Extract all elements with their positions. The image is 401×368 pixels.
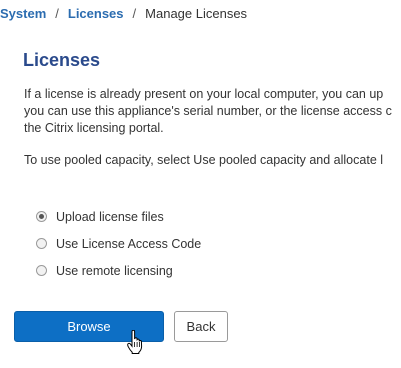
back-button[interactable]: Back xyxy=(174,311,228,342)
option-label: Use remote licensing xyxy=(56,263,173,278)
breadcrumb-separator: / xyxy=(132,6,137,21)
option-label: Upload license files xyxy=(56,209,164,224)
option-use-remote-licensing[interactable]: Use remote licensing xyxy=(36,257,201,284)
hand-pointer-icon xyxy=(127,330,143,354)
description-line: the Citrix licensing portal. xyxy=(24,121,164,135)
option-label: Use License Access Code xyxy=(56,236,202,251)
radio-button[interactable] xyxy=(36,211,47,222)
description: If a license is already present on your … xyxy=(24,86,401,137)
breadcrumb: System / Licenses / Manage Licenses xyxy=(0,6,247,21)
breadcrumb-current: Manage Licenses xyxy=(145,6,248,21)
license-option-group: Upload license files Use License Access … xyxy=(36,203,201,284)
radio-button[interactable] xyxy=(36,238,47,249)
pooled-capacity-text: To use pooled capacity, select Use poole… xyxy=(24,153,384,167)
radio-button[interactable] xyxy=(36,265,47,276)
page-title: Licenses xyxy=(23,50,101,70)
breadcrumb-licenses-link[interactable]: Licenses xyxy=(68,6,124,21)
description-line: you can use this appliance's serial numb… xyxy=(24,104,392,118)
option-use-license-access-code[interactable]: Use License Access Code xyxy=(36,230,201,257)
breadcrumb-system-link[interactable]: System xyxy=(0,6,46,21)
description-line: If a license is already present on your … xyxy=(24,87,384,101)
breadcrumb-separator: / xyxy=(55,6,59,21)
option-upload-license-files[interactable]: Upload license files xyxy=(36,203,201,230)
